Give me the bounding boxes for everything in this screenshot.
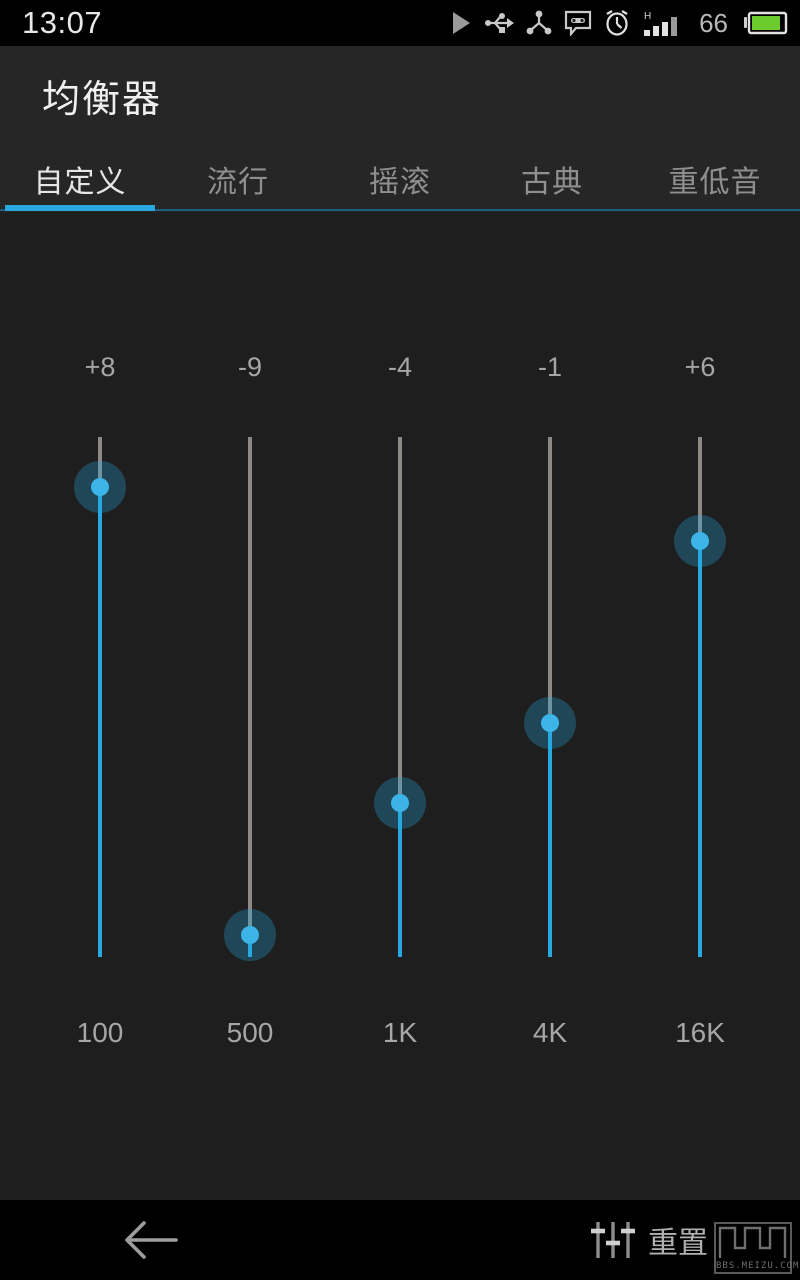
title-bar: 均衡器 — [0, 46, 800, 150]
slider-fill-100 — [98, 487, 102, 957]
battery-icon — [744, 11, 788, 35]
tab-bass[interactable]: 重低音 — [640, 150, 790, 208]
eq-band-100: +8 100 — [25, 212, 175, 1200]
equalizer-screen: 13:07 H 66 均衡器 自定义 流行 摇滚 古典 重低音 +8 100 -… — [0, 0, 800, 1280]
status-bar: 13:07 H 66 — [0, 0, 800, 46]
eq-slider-500[interactable] — [175, 212, 325, 1200]
slider-thumb-dot-100 — [91, 478, 109, 496]
slider-thumb-dot-1k — [391, 794, 409, 812]
eq-band-500: -9 500 — [175, 212, 325, 1200]
meizu-logo-icon — [718, 1226, 787, 1258]
eq-slider-100[interactable] — [25, 212, 175, 1200]
slider-fill-4k — [548, 723, 552, 957]
play-icon — [453, 12, 471, 34]
voicemail-icon — [564, 10, 592, 36]
tab-active-indicator — [5, 205, 155, 211]
reset-label: 重置 — [648, 1226, 708, 1261]
slider-thumb-dot-4k — [541, 714, 559, 732]
eq-freq-4k: 4K — [532, 1017, 568, 1048]
back-button[interactable] — [118, 1214, 188, 1266]
eq-slider-16k[interactable] — [625, 212, 775, 1200]
eq-band-1k: -4 1K — [325, 212, 475, 1200]
slider-fill-16k — [698, 541, 702, 957]
reset-button[interactable]: 重置 — [590, 1212, 708, 1268]
eq-freq-16k: 16K — [675, 1017, 725, 1048]
preset-tab-bar: 自定义 流行 摇滚 古典 重低音 — [0, 150, 800, 212]
battery-percent-label: 66 — [699, 7, 728, 38]
network-type-label: H — [644, 11, 651, 22]
equalizer-panel: +8 100 -9 500 -4 1K -1 4K +6 16K — [0, 212, 800, 1200]
watermark-text: BBS.MEIZU.COM — [716, 1261, 800, 1271]
eq-band-16k: +6 16K — [625, 212, 775, 1200]
usb-icon — [485, 13, 515, 33]
status-clock: 13:07 — [22, 5, 103, 40]
eq-band-4k: -1 4K — [475, 212, 625, 1200]
bottom-nav-bar: 重置 — [0, 1200, 800, 1280]
eq-freq-500: 500 — [226, 1017, 274, 1048]
signal-bars-icon: H — [644, 11, 678, 36]
page-title: 均衡器 — [42, 77, 163, 121]
watermark: BBS.MEIZU.COM — [714, 1222, 800, 1274]
share-icon — [526, 10, 552, 35]
equalizer-icon — [591, 1222, 635, 1258]
eq-freq-100: 100 — [76, 1017, 124, 1048]
back-arrow-icon — [125, 1221, 178, 1259]
tab-pop[interactable]: 流行 — [163, 150, 313, 208]
tab-custom[interactable]: 自定义 — [5, 150, 155, 208]
eq-freq-1k: 1K — [382, 1017, 418, 1048]
tab-classical[interactable]: 古典 — [477, 150, 627, 208]
eq-slider-1k[interactable] — [325, 212, 475, 1200]
slider-thumb-dot-500 — [241, 926, 259, 944]
slider-track-500 — [248, 437, 252, 957]
slider-thumb-dot-16k — [691, 532, 709, 550]
eq-slider-4k[interactable] — [475, 212, 625, 1200]
tab-rock[interactable]: 摇滚 — [325, 150, 475, 208]
alarm-icon — [606, 9, 628, 36]
status-icon-tray: H 66 — [449, 8, 788, 39]
